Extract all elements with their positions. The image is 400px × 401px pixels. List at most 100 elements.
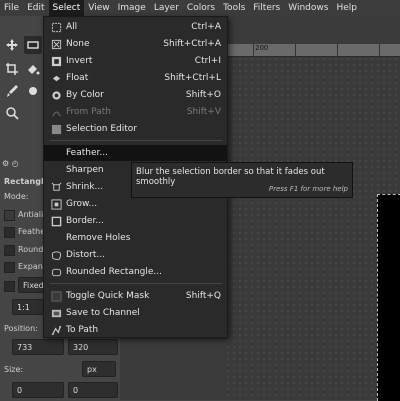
size-w-field[interactable]: 0 xyxy=(12,382,64,398)
fixed-dropdown[interactable]: Fixed xyxy=(18,277,44,293)
toolbox xyxy=(0,16,45,161)
menu-item-label: None xyxy=(66,39,90,49)
mode-label: Mode: xyxy=(4,192,29,201)
menu-file[interactable]: File xyxy=(0,0,23,16)
ruler-tick xyxy=(253,44,254,56)
selection-editor-icon xyxy=(50,123,62,135)
menu-item-label: Rounded Rectangle... xyxy=(66,267,163,277)
brush-tool-icon[interactable] xyxy=(3,82,21,100)
menu-item-to-path[interactable]: To Path xyxy=(44,322,227,338)
move-tool-icon[interactable] xyxy=(3,36,21,54)
ruler-tick xyxy=(295,44,296,56)
menu-separator xyxy=(50,283,222,284)
rounded-rect-icon xyxy=(50,266,62,278)
menu-item-toggle-quick-mask[interactable]: Toggle Quick Mask Shift+Q xyxy=(44,288,227,304)
float-icon xyxy=(50,72,62,84)
menu-windows[interactable]: Windows xyxy=(284,0,332,16)
menu-item-label: All xyxy=(66,22,78,32)
top-ruler[interactable]: 200 xyxy=(225,44,400,57)
select-all-icon xyxy=(50,21,62,33)
menubar: File Edit Select View Image Layer Colors… xyxy=(0,0,400,16)
bucket-fill-tool-icon[interactable] xyxy=(24,60,42,78)
menu-item-label: Selection Editor xyxy=(66,124,137,134)
menu-item-distort[interactable]: Distort... xyxy=(44,247,227,263)
position-x-field[interactable]: 733 xyxy=(12,339,64,355)
ruler-label: 200 xyxy=(255,44,269,52)
menu-item-shortcut: Ctrl+A xyxy=(191,22,221,32)
zoom-tool-icon[interactable] xyxy=(3,104,21,122)
channel-icon xyxy=(50,307,62,319)
menu-item-shortcut: Shift+Ctrl+A xyxy=(163,39,221,49)
menu-item-feather[interactable]: Feather... xyxy=(44,145,227,161)
menu-select[interactable]: Select xyxy=(48,0,85,16)
crop-tool-icon[interactable] xyxy=(3,60,21,78)
tooltip-text: Blur the selection border so that it fad… xyxy=(136,167,325,187)
feather-icon xyxy=(50,147,62,159)
menu-item-label: Toggle Quick Mask xyxy=(66,291,150,301)
menu-item-selection-editor[interactable]: Selection Editor xyxy=(44,121,227,137)
fixed-checkbox[interactable] xyxy=(4,281,15,292)
menu-item-border[interactable]: Border... xyxy=(44,213,227,229)
feather-checkbox[interactable] xyxy=(4,227,15,238)
remove-holes-icon xyxy=(50,232,62,244)
rect-select-tool-icon[interactable] xyxy=(24,36,42,54)
menu-item-shortcut: Shift+Q xyxy=(185,291,221,301)
ruler-tick xyxy=(337,44,338,56)
border-icon xyxy=(50,215,62,227)
quick-mask-icon xyxy=(50,290,62,302)
menu-item-float[interactable]: Float Shift+Ctrl+L xyxy=(44,70,227,86)
invert-icon xyxy=(50,55,62,67)
grow-icon xyxy=(50,198,62,210)
menu-tools[interactable]: Tools xyxy=(219,0,249,16)
size-label: Size: xyxy=(4,365,24,374)
shrink-icon xyxy=(50,181,62,193)
menu-edit[interactable]: Edit xyxy=(23,0,48,16)
menu-item-label: Remove Holes xyxy=(66,233,131,243)
rounded-checkbox[interactable] xyxy=(4,245,15,256)
smudge-tool-icon[interactable] xyxy=(24,82,42,100)
menu-filters[interactable]: Filters xyxy=(249,0,284,16)
position-y-field[interactable]: 320 xyxy=(68,339,118,355)
feather-tooltip: Blur the selection border so that it fad… xyxy=(131,162,353,198)
menu-item-from-path: From Path Shift+V xyxy=(44,104,227,120)
unit-dropdown[interactable]: px xyxy=(82,361,116,377)
to-path-icon xyxy=(50,324,62,336)
antialias-checkbox[interactable] xyxy=(4,210,15,221)
menu-item-rounded-rectangle[interactable]: Rounded Rectangle... xyxy=(44,264,227,280)
menu-item-grow[interactable]: Grow... xyxy=(44,196,227,212)
distort-icon xyxy=(50,249,62,261)
ratio-field[interactable]: 1:1 xyxy=(12,299,44,315)
menu-item-label: Save to Channel xyxy=(66,308,140,318)
menu-item-save-to-channel[interactable]: Save to Channel xyxy=(44,305,227,321)
select-none-icon xyxy=(50,38,62,50)
menu-item-shortcut: Shift+V xyxy=(186,107,221,117)
from-path-icon xyxy=(50,106,62,118)
menu-item-none[interactable]: None Shift+Ctrl+A xyxy=(44,36,227,52)
size-h-field[interactable]: 0 xyxy=(68,382,118,398)
menu-item-label: To Path xyxy=(66,325,99,335)
tool-options-icons: ⚙ ◴ xyxy=(2,159,19,168)
menu-view[interactable]: View xyxy=(84,0,113,16)
by-color-icon xyxy=(50,89,62,101)
menu-colors[interactable]: Colors xyxy=(183,0,219,16)
menu-item-label: Float xyxy=(66,73,89,83)
menu-item-shortcut: Ctrl+I xyxy=(194,56,221,66)
menu-item-shortcut: Shift+Ctrl+L xyxy=(164,73,221,83)
menu-help[interactable]: Help xyxy=(332,0,361,16)
expand-checkbox[interactable] xyxy=(4,262,15,273)
menu-item-shortcut: Shift+O xyxy=(185,90,221,100)
position-label: Position: xyxy=(4,324,38,333)
menu-item-label: Border... xyxy=(66,216,104,226)
canvas-background[interactable] xyxy=(225,56,400,400)
menu-item-label: Distort... xyxy=(66,250,105,260)
menu-item-label: By Color xyxy=(66,90,104,100)
menu-item-remove-holes[interactable]: Remove Holes xyxy=(44,230,227,246)
menu-item-invert[interactable]: Invert Ctrl+I xyxy=(44,53,227,69)
menu-item-by-color[interactable]: By Color Shift+O xyxy=(44,87,227,103)
image-layer[interactable] xyxy=(377,194,400,401)
menu-image[interactable]: Image xyxy=(114,0,150,16)
menu-item-label: Invert xyxy=(66,56,93,66)
menu-layer[interactable]: Layer xyxy=(150,0,183,16)
menu-item-label: Feather... xyxy=(66,148,108,158)
menu-item-all[interactable]: All Ctrl+A xyxy=(44,19,227,35)
